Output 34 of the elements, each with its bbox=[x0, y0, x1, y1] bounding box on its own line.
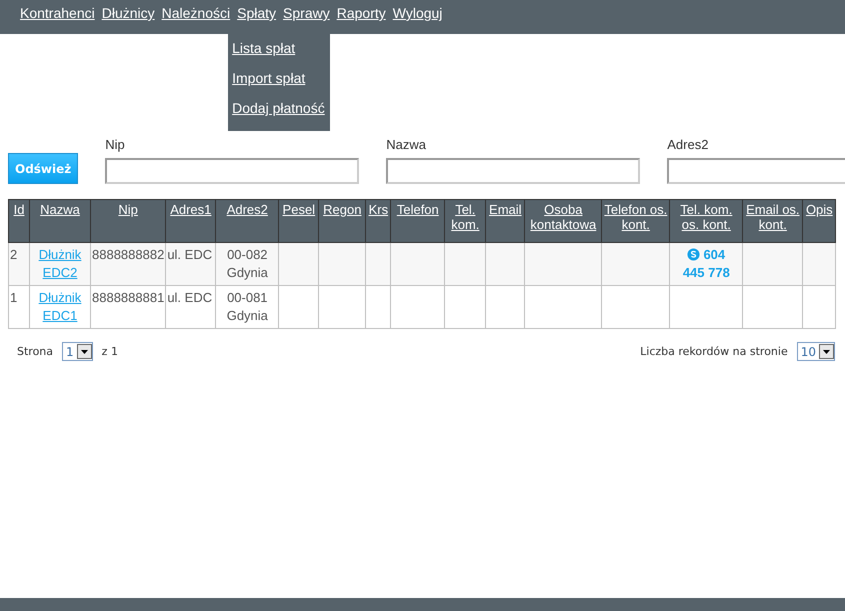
page-count: z 1 bbox=[102, 345, 118, 358]
menu-link[interactable]: Spłaty bbox=[237, 0, 276, 21]
table-cell: 00-082 Gdynia bbox=[226, 247, 268, 280]
page-select[interactable]: 1 bbox=[62, 342, 93, 361]
dropdown-icon bbox=[819, 344, 834, 359]
menu-link[interactable]: Kontrahenci bbox=[20, 0, 95, 21]
menu-link[interactable]: Dłużnicy bbox=[102, 0, 155, 21]
table-cell: 00-081 Gdynia bbox=[226, 290, 268, 323]
filter-field[interactable] bbox=[386, 158, 640, 184]
table-cell: 1 bbox=[10, 290, 18, 305]
per-page-label: Liczba rekordów na stronie bbox=[640, 345, 788, 358]
table-cell: ul. EDC bbox=[167, 247, 212, 262]
per-page-select[interactable]: 10 bbox=[796, 342, 835, 361]
column-header[interactable]: Nip bbox=[118, 202, 138, 217]
menu-link[interactable]: Sprawy bbox=[283, 0, 330, 21]
skype-icon bbox=[687, 248, 700, 261]
submenu-link[interactable]: Lista spłat bbox=[232, 39, 326, 69]
menu-link[interactable]: Należności bbox=[162, 0, 230, 21]
menu-link[interactable]: Raporty bbox=[336, 0, 386, 21]
filter-field[interactable] bbox=[667, 158, 845, 184]
filter-label: Nazwa bbox=[386, 137, 428, 152]
submenu-link[interactable]: Import spłat bbox=[232, 69, 326, 99]
filter-label: Adres2 bbox=[667, 137, 710, 152]
filter-label: Nip bbox=[105, 137, 126, 152]
filter-field[interactable] bbox=[105, 158, 360, 184]
table-cell: ul. EDC bbox=[167, 290, 212, 305]
dropdown-icon bbox=[76, 344, 92, 359]
page-label: Strona bbox=[17, 345, 54, 358]
table-cell: 2 bbox=[10, 247, 18, 262]
submenu-link[interactable]: Dodaj płatność bbox=[232, 99, 326, 129]
menu-link[interactable]: Wyloguj bbox=[392, 0, 442, 21]
table-cell: 8888888882 bbox=[92, 247, 164, 262]
table-cell: 8888888881 bbox=[92, 290, 164, 305]
column-header[interactable]: Id bbox=[14, 202, 24, 217]
